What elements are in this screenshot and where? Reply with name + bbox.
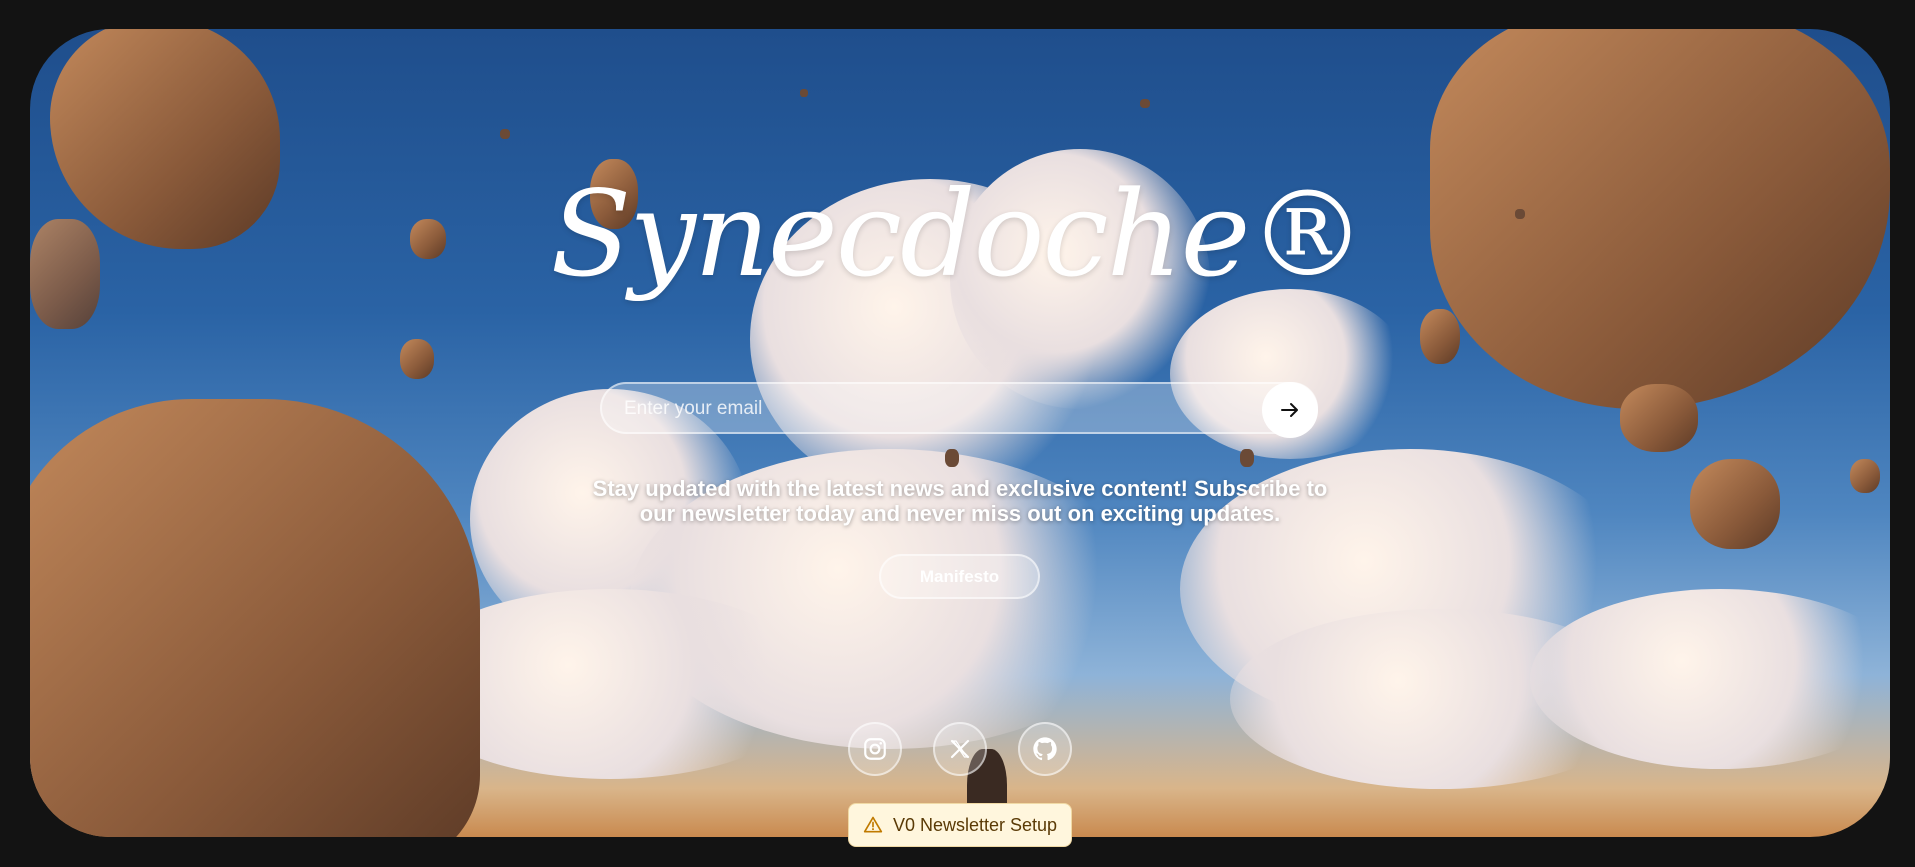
arrow-right-icon bbox=[1281, 403, 1298, 417]
rock-speck bbox=[800, 89, 808, 97]
site-title: Synecdoche® bbox=[550, 165, 1367, 303]
rock-speck bbox=[1140, 99, 1150, 108]
newsletter-description: Stay updated with the latest news and ex… bbox=[560, 476, 1360, 526]
manifesto-button[interactable]: Manifesto bbox=[879, 554, 1040, 599]
instagram-link[interactable] bbox=[848, 722, 902, 776]
floating-rock bbox=[400, 339, 434, 379]
github-link[interactable] bbox=[1018, 722, 1072, 776]
rock-speck bbox=[945, 449, 959, 467]
floating-rock bbox=[1850, 459, 1880, 493]
github-icon bbox=[1033, 737, 1057, 761]
floating-rock bbox=[1420, 309, 1460, 364]
rock-speck bbox=[1240, 449, 1254, 467]
x-icon bbox=[950, 739, 970, 759]
rock-cliff bbox=[30, 399, 480, 837]
email-input[interactable] bbox=[622, 384, 1226, 434]
email-subscribe-form bbox=[600, 382, 1318, 438]
instagram-icon bbox=[864, 738, 886, 760]
rock-speck bbox=[500, 129, 510, 139]
toast-label: V0 Newsletter Setup bbox=[892, 814, 1058, 835]
cloud bbox=[1230, 609, 1650, 789]
warning-icon bbox=[863, 816, 883, 833]
x-link[interactable] bbox=[933, 722, 987, 776]
description-line: Stay updated with the latest news and ex… bbox=[592, 476, 1328, 501]
submit-email-button[interactable] bbox=[1262, 382, 1318, 438]
newsletter-setup-toast[interactable]: V0 Newsletter Setup bbox=[848, 803, 1072, 847]
description-line: our newsletter today and never miss out … bbox=[639, 501, 1281, 526]
floating-rock bbox=[1620, 384, 1698, 452]
floating-rock bbox=[1690, 459, 1780, 549]
